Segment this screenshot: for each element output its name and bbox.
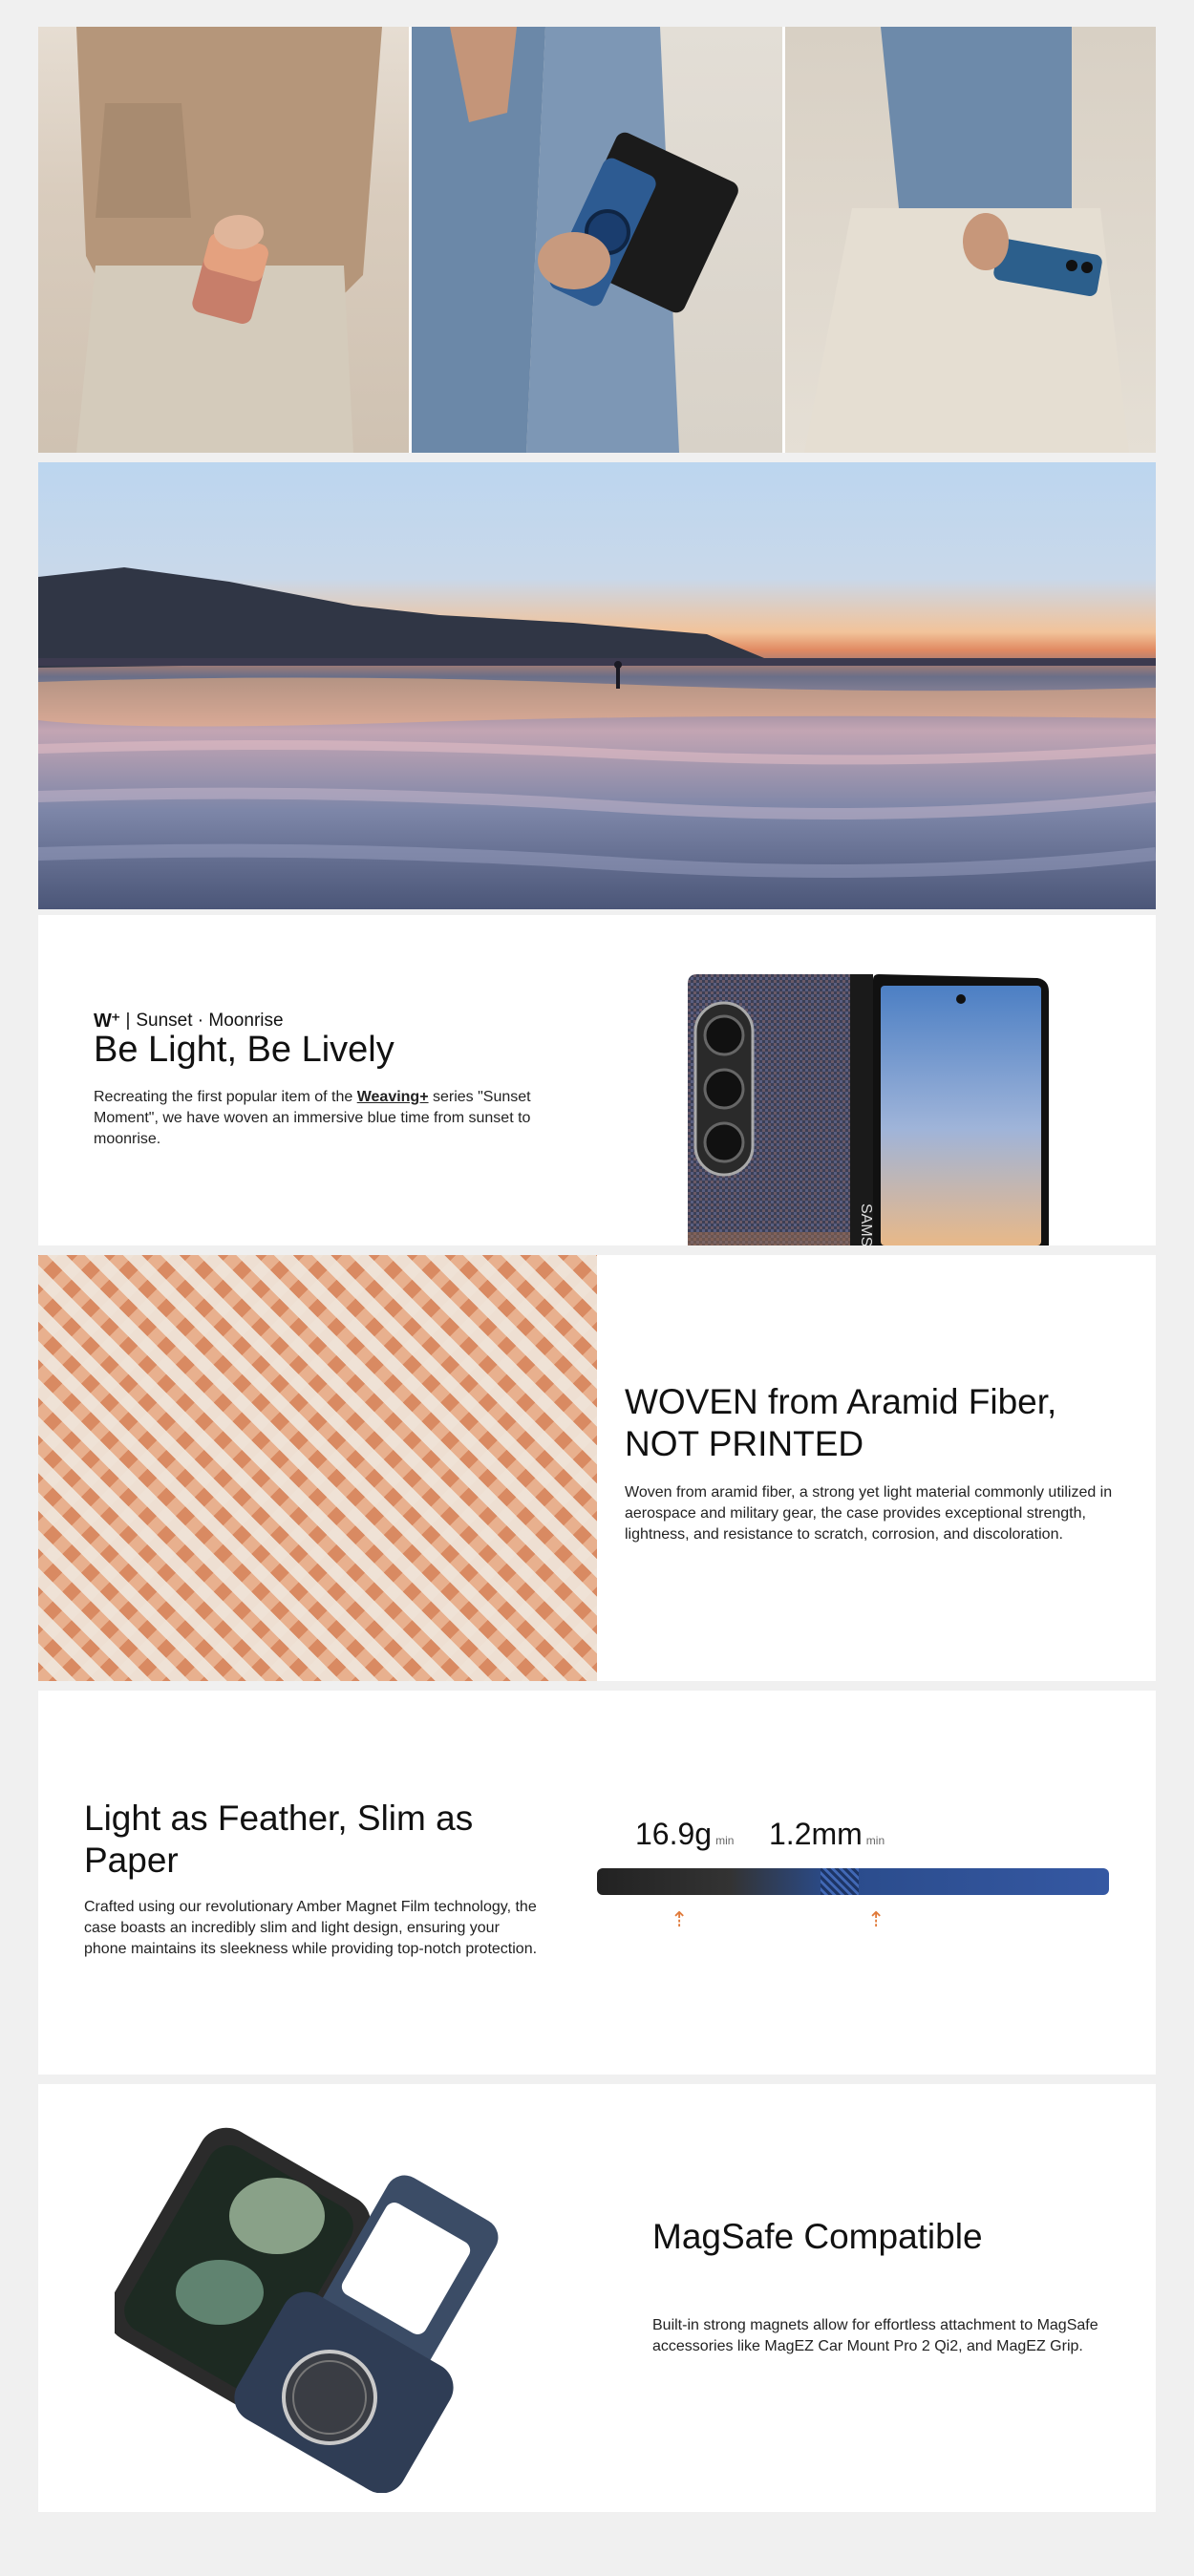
weight-arrow-icon: ⇡ [671, 1907, 689, 1931]
photo-pocket-flip-phone [38, 27, 409, 453]
weaving-plus-link[interactable]: Weaving+ [357, 1089, 429, 1105]
be-light-section: W⁺ | Sunset · Moonrise Be Light, Be Live… [38, 915, 1156, 1245]
phone-brand-text: SAMSUNG [858, 1203, 874, 1245]
sunset-beach-photo [38, 462, 1156, 909]
woven-title: WOVEN from Aramid Fiber, NOT PRINTED [625, 1382, 1057, 1463]
weight-value: 16.9g [635, 1817, 713, 1851]
thickness-value: 1.2mm [769, 1817, 863, 1851]
weight-spec: 16.9g min [635, 1817, 734, 1852]
lifestyle-photo-strip [38, 27, 1156, 453]
magsafe-title: MagSafe Compatible [652, 2217, 983, 2256]
woven-description: Woven from aramid fiber, a strong yet li… [625, 1484, 1113, 1543]
phone-side-profile-image [597, 1868, 1109, 1895]
product-page: W⁺ | Sunset · Moonrise Be Light, Be Live… [0, 0, 1194, 2576]
weight-unit: min [715, 1834, 735, 1847]
tagline-divider: | [125, 1010, 131, 1031]
magsafe-section: MagSafe Compatible Built-in strong magne… [38, 2084, 1156, 2512]
woven-section: WOVEN from Aramid Fiber, NOT PRINTED Wov… [38, 1255, 1156, 1681]
flip-phone-magsafe-image [106, 2111, 516, 2494]
feather-title: Light as Feather, Slim as Paper [84, 1799, 474, 1880]
thickness-arrow-icon: ⇡ [867, 1907, 885, 1931]
photo-holding-fold-phone [412, 27, 782, 453]
photo-phone-in-back-pocket [785, 27, 1156, 453]
feather-description: Crafted using our revolutionary Amber Ma… [84, 1899, 538, 1957]
magsafe-description: Built-in strong magnets allow for effort… [652, 2317, 1098, 2354]
be-light-description: Recreating the first popular item of the… [94, 1087, 543, 1150]
be-light-title: Be Light, Be Lively [94, 1030, 394, 1070]
aramid-fiber-closeup [38, 1255, 597, 1681]
fold-phone-product-image: SAMSUNG [688, 974, 1070, 1245]
be-light-desc-prefix: Recreating the first popular item of the [94, 1089, 353, 1105]
thickness-spec: 1.2mm min [769, 1817, 885, 1852]
tagline-text: Sunset · Moonrise [136, 1010, 284, 1031]
thickness-unit: min [865, 1834, 885, 1847]
feather-section: Light as Feather, Slim as Paper Crafted … [38, 1691, 1156, 2075]
